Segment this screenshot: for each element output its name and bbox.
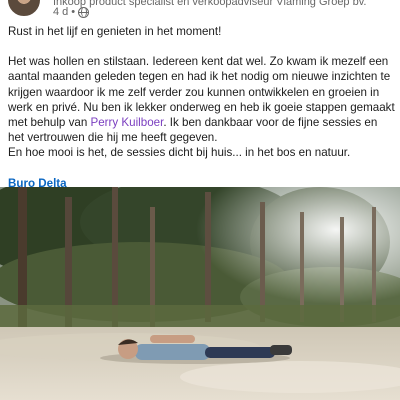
post-text: Rust in het lijf en genieten in het mome…	[8, 24, 396, 191]
avatar[interactable]	[6, 0, 42, 18]
post-line-3: En hoe mooi is het, de sessies dicht bij…	[8, 146, 351, 160]
globe-icon	[78, 6, 90, 18]
meta-separator: •	[71, 6, 76, 18]
post-header: Inkoop product specialist en verkoopadvi…	[0, 0, 400, 20]
mention-link[interactable]: Perry Kuilboer	[91, 116, 164, 129]
post-meta: 4 d •	[53, 6, 90, 18]
post-time[interactable]: 4 d	[53, 6, 68, 18]
post-photo[interactable]	[0, 187, 400, 400]
post-line-1: Rust in het lijf en genieten in het mome…	[8, 25, 222, 38]
post-paragraph-2: Het was hollen en stilstaan. Iedereen ke…	[8, 54, 396, 145]
forest-scene-image	[0, 187, 400, 400]
author-subtitle: Inkoop product specialist en verkoopadvi…	[53, 0, 367, 8]
